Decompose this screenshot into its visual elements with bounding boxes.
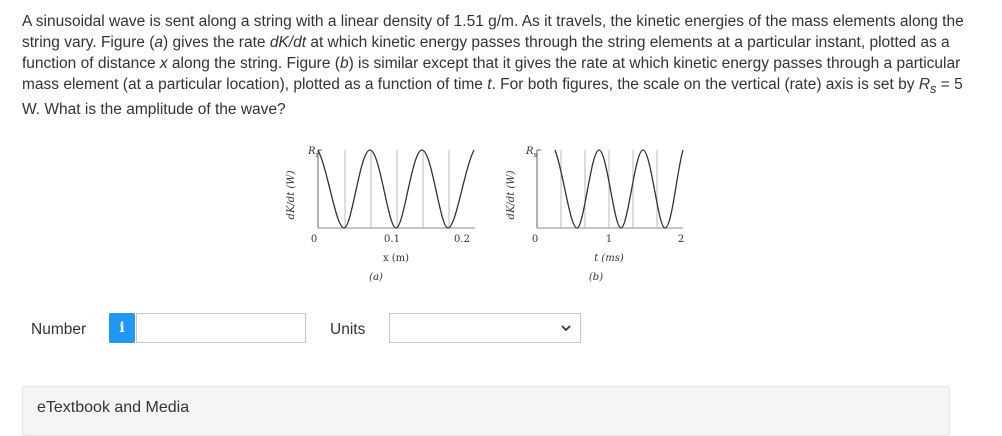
number-input[interactable] — [136, 313, 306, 343]
figure-b-graph: dK/dt (W) Rs 0 1 2 t (ms) (b) — [506, 146, 684, 283]
figure-a-tick-1: 0.1 — [384, 234, 400, 245]
figure-a-ylabel: dK/dt (W) — [286, 170, 297, 219]
figure-a-xlabel: x (m) — [383, 253, 409, 264]
figure-b: dK/dt (W) Rs 0 1 2 t (ms) (b) — [500, 140, 720, 290]
question-text: A sinusoidal wave is sent along a string… — [22, 13, 964, 119]
figure-b-tick-2: 2 — [678, 234, 684, 245]
units-label: Units — [330, 321, 366, 338]
figure-a-tick-0: 0 — [311, 234, 317, 245]
figure-a-graph: dK/dt (W) Rs 0 0.1 0.2 x (m) (a) — [286, 146, 475, 283]
number-label: Number — [31, 321, 87, 338]
figure-b-rs-label: Rs — [525, 146, 538, 159]
etextbook-panel[interactable]: eTextbook and Media — [22, 386, 950, 436]
chevron-down-icon — [561, 325, 571, 332]
figure-b-xlabel: t (ms) — [594, 253, 624, 264]
info-icon[interactable]: i — [109, 313, 135, 343]
figure-a-tick-2: 0.2 — [454, 234, 470, 245]
figure-a-gridlines — [344, 150, 450, 228]
figure-b-gridlines — [560, 150, 658, 228]
figure-a-curve — [317, 149, 475, 229]
figure-b-tick-1: 1 — [606, 234, 612, 245]
figure-a-caption: (a) — [369, 272, 383, 283]
figure-b-curve — [554, 149, 684, 229]
etextbook-label: eTextbook and Media — [37, 399, 190, 416]
answer-row: Number i Units — [0, 312, 1002, 346]
figure-b-tick-0: 0 — [532, 234, 538, 245]
figure-b-caption: (b) — [589, 272, 603, 283]
units-select[interactable] — [389, 313, 581, 343]
figure-b-ylabel: dK/dt (W) — [506, 170, 517, 219]
figure-a: dK/dt (W) Rs 0 0.1 0.2 x (m) (a) — [280, 140, 500, 290]
